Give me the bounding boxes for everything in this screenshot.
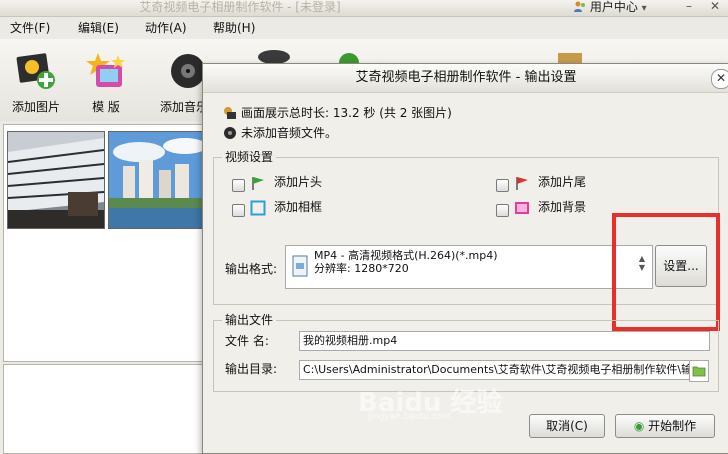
add-music-icon [171, 54, 205, 88]
dialog-title: 艾奇视频电子相册制作软件 - 输出设置 [355, 70, 577, 85]
start-button[interactable]: ◉ 开始制作 [615, 414, 715, 438]
menu-edit[interactable]: 编辑(E) [78, 17, 119, 39]
app-title-bar: 艾奇视频电子相册制作软件 - [未登录] 用户中心 ▾ – ✕ [0, 0, 728, 17]
output-format-resolution: 分辨率: 1280*720 [314, 262, 409, 275]
start-button-label: 开始制作 [648, 419, 697, 433]
total-duration-text: 画面展示总时长: 13.2 秒 (共 2 张图片) [241, 106, 452, 120]
close-button[interactable]: ✕ [704, 0, 726, 14]
menu-help[interactable]: 帮助(H) [213, 17, 255, 39]
menu-file[interactable]: 文件(F) [10, 17, 50, 39]
film-icon [224, 107, 236, 119]
add-frame-checkbox[interactable] [232, 204, 245, 217]
baidu-watermark-url: jingyan.baidu.com [368, 412, 452, 422]
chevron-down-icon: ▾ [641, 3, 647, 14]
audio-info-text: 未添加音频文件。 [241, 126, 338, 140]
add-picture-button[interactable]: 添加图片 [0, 49, 72, 119]
user-center-label: 用户中心 [589, 0, 638, 14]
video-settings-title: 视频设置 [222, 149, 277, 165]
audio-info: 未添加音频文件。 [223, 124, 337, 142]
music-disc-icon [224, 127, 236, 139]
browse-folder-button[interactable] [689, 360, 709, 382]
add-picture-icon [16, 53, 55, 89]
total-duration-info: 画面展示总时长: 13.2 秒 (共 2 张图片) [223, 104, 452, 122]
menu-action[interactable]: 动作(A) [145, 17, 187, 39]
frame-icon [250, 200, 266, 216]
filename-label: 文件 名: [225, 334, 269, 348]
add-outro-label: 添加片尾 [538, 175, 587, 189]
output-format-name: MP4 - 高清视频格式(H.264)(*.mp4) [314, 249, 498, 262]
user-icon [574, 1, 585, 12]
add-picture-label: 添加图片 [11, 100, 60, 114]
add-frame-label: 添加相框 [274, 200, 323, 214]
red-flag-icon [516, 177, 528, 190]
add-background-checkbox[interactable] [496, 204, 509, 217]
background-icon [515, 202, 529, 214]
add-intro-checkbox[interactable] [232, 179, 245, 192]
template-button[interactable]: 模 版 [70, 49, 142, 119]
output-format-select[interactable]: MP4 - 高清视频格式(H.264)(*.mp4) 分辨率: 1280*720… [285, 245, 653, 289]
output-format-label: 输出格式: [225, 262, 278, 276]
dialog-close-button[interactable]: ✕ [711, 69, 728, 89]
add-outro-checkbox[interactable] [496, 179, 509, 192]
add-background-label: 添加背景 [538, 200, 587, 214]
filename-input[interactable]: 我的视频相册.mp4 [299, 331, 710, 351]
app-title: 艾奇视频电子相册制作软件 - [未登录] [139, 0, 341, 14]
city-image [109, 132, 207, 228]
picture-thumbnail[interactable] [108, 131, 207, 229]
output-dir-label: 输出目录: [225, 362, 278, 376]
highlight-annotation-box [612, 213, 720, 331]
cancel-button[interactable]: 取消(C) [529, 414, 605, 438]
ship-image [7, 132, 105, 228]
green-flag-icon [252, 177, 264, 190]
menu-bar: 文件(F) 编辑(E) 动作(A) 帮助(H) [0, 17, 728, 39]
template-label: 模 版 [92, 100, 120, 114]
picture-thumbnail-panel [3, 124, 207, 362]
picture-thumbnail[interactable] [7, 131, 105, 229]
user-center-menu[interactable]: 用户中心 ▾ [574, 0, 647, 16]
output-file-title: 输出文件 [222, 312, 277, 328]
template-icon [86, 53, 125, 87]
minimize-button[interactable]: – [678, 0, 700, 14]
add-intro-label: 添加片头 [274, 175, 323, 189]
folder-icon [692, 366, 706, 377]
file-format-icon [292, 255, 308, 277]
music-list-panel [3, 364, 205, 454]
output-dir-input[interactable]: C:\Users\Administrator\Documents\艾奇软件\艾奇… [299, 360, 690, 380]
dialog-title-bar[interactable]: 艾奇视频电子相册制作软件 - 输出设置 ✕ [203, 64, 728, 93]
start-icon: ◉ [633, 419, 645, 433]
